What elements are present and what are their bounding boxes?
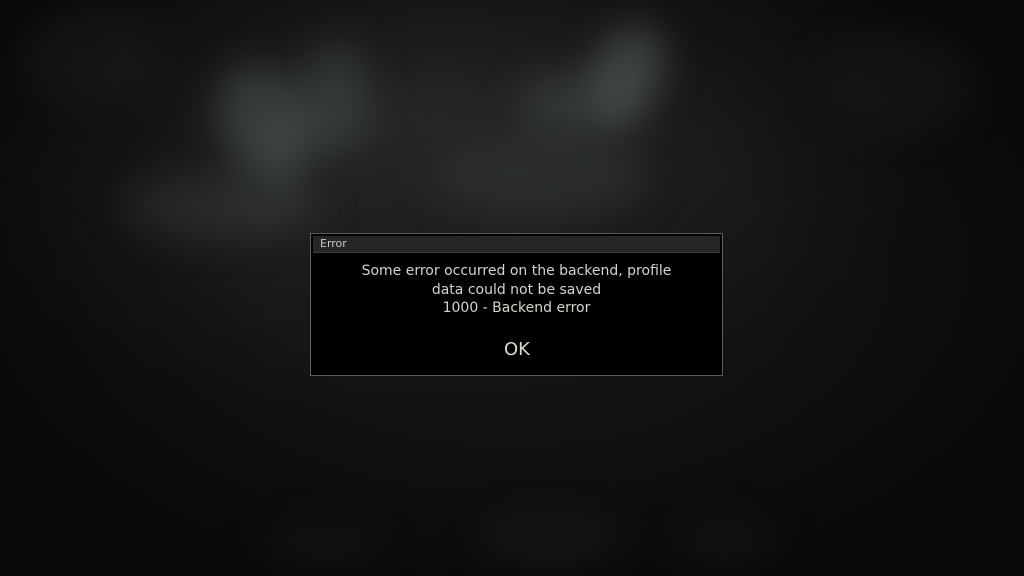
ok-button[interactable]: OK: [491, 337, 543, 363]
error-dialog: Error Some error occurred on the backend…: [310, 233, 723, 376]
dialog-title: Error: [320, 237, 347, 250]
error-message: Some error occurred on the backend, prof…: [311, 262, 722, 318]
dialog-header: Error: [313, 236, 720, 253]
error-code-line: 1000 - Backend error: [442, 300, 591, 316]
error-message-line: data could not be saved: [431, 281, 602, 298]
error-message-line: Some error occurred on the backend, prof…: [361, 263, 672, 279]
